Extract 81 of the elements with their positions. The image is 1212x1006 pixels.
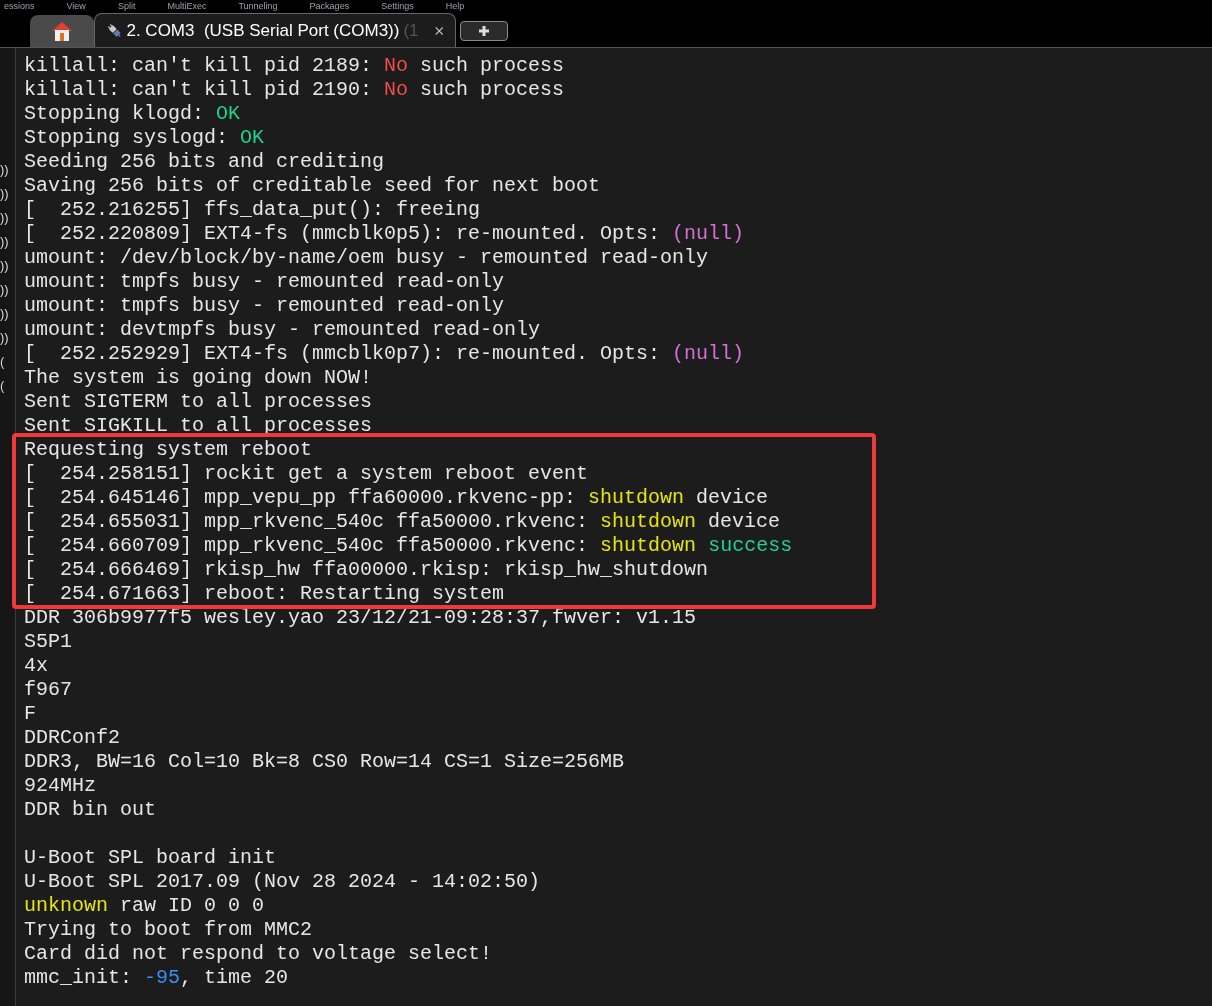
session-list-item[interactable]: )) [0,230,15,254]
menu-item[interactable]: Help [445,1,465,11]
tab-title-overflow: (1 [403,19,419,42]
plus-icon [478,25,490,37]
terminal-line: Sent SIGTERM to all processes [24,390,373,414]
menu-item[interactable]: essions [4,1,35,11]
terminal-line: Saving 256 bits of creditable seed for next boot [24,174,601,198]
highlighted-word: shutdown [600,534,698,558]
session-list-item[interactable]: )) [0,302,15,326]
terminal-text: [ 254.655031] mpp_rkvenc_540c ffa50000.rkvenc: [24,510,590,534]
terminal-line: Seeding 256 bits and crediting [24,150,385,174]
highlighted-word: No [384,54,409,78]
session-list-item[interactable]: ( [0,374,15,398]
terminal-line: umount: tmpfs busy - remounted read-only [24,294,505,318]
terminal-text: killall: can't kill pid 2190: [24,78,374,102]
highlighted-word: shutdown [600,510,697,534]
terminal-line: U-Boot SPL 2017.09 (Nov 28 2024 - 14:02:50) [24,870,541,894]
highlighted-word: (null) [672,342,745,366]
terminal-line: DDR bin out [24,798,157,822]
terminal-line: S5P1 [24,630,72,654]
terminal-text: [ 254.645146] mpp_vepu_pp ffa60000.rkvenc-pp: [24,486,578,510]
terminal-line: Card did not respond to voltage select! [24,942,493,966]
house-icon [50,20,74,42]
menu-item[interactable]: View [66,1,86,11]
highlighted-word: OK [240,126,265,150]
highlighted-word: -95 [144,966,181,990]
session-list-item[interactable]: )) [0,254,15,278]
menu-item[interactable]: Settings [381,1,414,11]
session-list-item[interactable]: )) [0,278,15,302]
highlighted-word: OK [216,102,241,126]
terminal-line: [ 254.666469] rkisp_hw ffa00000.rkisp: rkisp_hw_shutdown [24,558,709,582]
terminal-text: killall: can't kill pid 2189: [24,54,374,78]
session-list-item[interactable]: )) [0,158,15,182]
highlighted-word: unknown [24,894,108,918]
terminal-line: [ 252.216255] ffs_data_put(): freeing [24,198,481,222]
terminal-line: umount: /dev/block/by-name/oem busy - remounted read-only [24,246,709,270]
terminal-line: [ 254.258151] rockit get a system reboot event [24,462,589,486]
terminal-line: DDRConf2 [24,726,120,750]
terminal-line: 924MHz [24,774,96,798]
terminal-line: Requesting system reboot [24,438,313,462]
terminal-line: Sent SIGKILL to all processes [24,414,373,438]
terminal-text: Stopping klogd: [24,102,206,126]
highlighted-word: (null) [672,222,745,246]
terminal-line: DDR3, BW=16 Col=10 Bk=8 CS0 Row=14 CS=1 Size=256MB [24,750,625,774]
highlighted-word: No [384,78,409,102]
terminal-text: [ 254.660709] mpp_rkvenc_540c ffa50000.rkvenc: [24,534,590,558]
terminal-line: 4x [24,654,48,678]
session-list-item[interactable]: )) [0,182,15,206]
highlighted-word: success [708,534,793,558]
terminal-text: such process [419,78,565,102]
terminal-text: raw ID 0 0 0 [119,894,265,918]
terminal-line: [ 254.671663] reboot: Restarting system [24,582,505,606]
terminal-text: device [707,510,781,534]
menu-item[interactable]: Split [117,1,136,11]
terminal-line: DDR 306b9977f5 wesley.yao 23/12/21-09:28:37,fwver: v1.15 [24,606,697,630]
terminal-line: The system is going down NOW! [24,366,373,390]
terminal-line: Trying to boot from MMC2 [24,918,313,942]
terminal-text: mmc_init: [24,966,134,990]
terminal-text: such process [419,54,565,78]
terminal-line: U-Boot SPL board init [24,846,277,870]
session-list-item[interactable]: ( [0,350,15,374]
home-tab[interactable] [30,15,94,47]
highlighted-word: shutdown [588,486,685,510]
terminal-line: F [24,702,36,726]
terminal-text: [ 252.252929] EXT4-fs (mmcblk0p7): re-mounted. Opts: [24,342,662,366]
terminal-text: [ 252.220809] EXT4-fs (mmcblk0p5): re-mounted. Opts: [24,222,662,246]
terminal-line: f967 [24,678,72,702]
tab-title: 2. COM3 (USB Serial Port (COM3)) [126,19,400,42]
terminal-line: umount: devtmpfs busy - remounted read-only [24,318,541,342]
terminal-text: , time 20 [180,966,289,990]
session-list-item[interactable]: )) [0,206,15,230]
session-tab[interactable]: 2. COM3 (USB Serial Port (COM3)) (1 [94,13,456,47]
menu-item[interactable]: MultiExec [167,1,207,11]
menu-item[interactable]: Tunneling [238,1,278,11]
terminal-line: umount: tmpfs busy - remounted read-only [24,270,505,294]
terminal-text: Stopping syslogd: [24,126,230,150]
session-list-item[interactable]: )) [0,326,15,350]
close-icon[interactable] [434,24,443,37]
terminal-text: device [695,486,769,510]
new-tab-button[interactable] [460,21,508,41]
menu-item[interactable]: Packages [309,1,350,11]
